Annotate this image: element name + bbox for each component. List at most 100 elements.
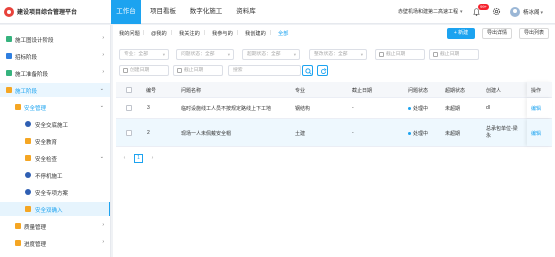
folder-icon [6, 53, 12, 59]
tab-separator: | [270, 30, 272, 36]
cell-name: 临时设施线工人员不按规定路线上下工地 [181, 106, 272, 112]
edit-link[interactable]: 编辑 [531, 130, 541, 137]
sidebar-item-non-stop-construction[interactable]: 不停机施工 [0, 168, 110, 182]
tab-separator: | [143, 30, 145, 36]
deadline-end-picker[interactable]: 截止日期 [429, 49, 479, 60]
row-checkbox[interactable] [126, 130, 132, 136]
chevron-down-icon: ▾ [360, 52, 363, 57]
sidebar-item-label: 施工阶段 [15, 89, 38, 95]
column-header-action: 操作 [531, 88, 542, 94]
project-name: 赤壁机场和建第二高速工程 [398, 9, 459, 15]
nav-tab-workbench[interactable]: 工作台 [111, 0, 141, 24]
sidebar-item-safety-briefing[interactable]: 安全交底施工 [0, 117, 110, 131]
app-title: 建设项目综合管理平台 [17, 10, 78, 16]
problem-status-filter[interactable]: 问题状态：全部 ▾ [176, 49, 234, 60]
user-icon [25, 172, 31, 178]
avatar[interactable] [510, 7, 520, 17]
cell-major: 土建 [295, 131, 306, 137]
deadline-start-picker[interactable]: 截止日期 [375, 49, 425, 60]
chevron-down-icon: ▾ [460, 9, 463, 15]
cell-creator: dl [486, 105, 490, 111]
sidebar-item-quality-management[interactable]: 质量管理 › [0, 219, 110, 233]
sidebar-item-bidding-stage[interactable]: 招标阶段 › [0, 49, 110, 63]
sidebar-item-safety-plan[interactable]: 安全专项方案 [0, 185, 110, 199]
overdue-status-filter[interactable]: 超期状态：全部 ▾ [242, 49, 300, 60]
action-column: 编辑 [527, 119, 552, 146]
chevron-down-icon: ⌄ [99, 154, 104, 160]
action-column: 编辑 [527, 98, 552, 118]
export-detail-button[interactable]: 导出详情 [482, 28, 512, 39]
status-text: 处理中 [413, 106, 429, 112]
filter-value: 超期状态：全部 [247, 52, 281, 57]
table-row[interactable]: 2 现场一人未佩戴安全帽 土建 - 处理中 未超期 总承包单位-梁永 编辑 [116, 119, 552, 147]
column-header-creator: 创建人 [486, 88, 502, 94]
logo-icon [4, 7, 14, 17]
status-text: 处理中 [413, 131, 429, 137]
action-column: 操作 [527, 82, 552, 97]
user-menu[interactable]: 杨冰阁▾ [523, 8, 543, 16]
sidebar-item-safety-education[interactable]: 安全教育 [0, 134, 110, 148]
calendar-icon [123, 68, 128, 73]
cell-deadline: - [352, 130, 354, 136]
search-input[interactable]: 搜索 [228, 65, 301, 76]
next-page-button[interactable]: › [148, 154, 157, 163]
created-end-picker[interactable]: 截止日期 [173, 65, 223, 76]
create-button[interactable]: + 新建 [447, 28, 475, 39]
cell-id: 2 [147, 130, 150, 136]
sidebar-item-safety-inspection[interactable]: 安全检查 ⌄ [0, 151, 110, 165]
cell-id: 3 [147, 105, 150, 111]
tab-separator: | [237, 30, 239, 36]
edit-link[interactable]: 编辑 [531, 105, 541, 112]
chevron-down-icon: ▾ [540, 10, 544, 16]
search-button[interactable] [302, 65, 313, 76]
major-filter[interactable]: 专业：全部 ▾ [119, 49, 169, 60]
sidebar-item-construction-stage[interactable]: 施工阶段 ⌄ [0, 83, 110, 97]
row-checkbox[interactable] [126, 105, 132, 111]
folder-icon [25, 206, 31, 212]
sidebar-item-label: 安全专项方案 [35, 191, 69, 197]
select-all-checkbox[interactable] [126, 87, 132, 93]
table-row[interactable]: 3 临时设施线工人员不按规定路线上下工地 钢结构 - 处理中 未超期 dl 编辑 [116, 98, 552, 119]
nav-tab-library[interactable]: 资料库 [233, 0, 259, 24]
sidebar-item-progress-management[interactable]: 进度管理 › [0, 236, 110, 250]
sidebar-item-safety-confirm[interactable]: 安全双确入 [0, 202, 110, 216]
project-selector[interactable]: 赤壁机场和建第二高速工程 ▾ [398, 8, 463, 15]
tab-participated[interactable]: 我参与的 [212, 30, 233, 37]
tab-separator: | [204, 30, 206, 36]
filter-value: 专业：全部 [124, 52, 148, 57]
chevron-right-icon: › [102, 69, 104, 75]
chevron-right-icon: › [102, 35, 104, 41]
export-list-button[interactable]: 导出列表 [519, 28, 549, 39]
folder-icon [15, 223, 21, 229]
tab-following[interactable]: 我关注的 [179, 30, 200, 37]
chevron-down-icon: ▾ [162, 52, 165, 57]
sidebar-item-label: 不停机施工 [35, 174, 63, 180]
sidebar-item-preparation-stage[interactable]: 施工准备阶段 › [0, 66, 110, 80]
tab-created[interactable]: 我创建的 [245, 30, 266, 37]
filter-value: 问题状态：全部 [181, 52, 215, 57]
sidebar-item-label: 招标阶段 [15, 55, 38, 61]
sidebar-item-design-stage[interactable]: 施工图设计阶段 › [0, 32, 110, 46]
tab-my-issues[interactable]: 我的问题 [119, 30, 140, 37]
created-start-picker[interactable]: 创建日期 [119, 65, 169, 76]
page-number-current[interactable]: 1 [134, 154, 143, 163]
refresh-button[interactable] [317, 65, 328, 76]
nav-tab-project-board[interactable]: 项目看板 [148, 0, 178, 24]
folder-icon [15, 104, 21, 110]
folder-icon [25, 138, 31, 144]
tab-mentioned[interactable]: @我的 [151, 30, 167, 37]
folder-icon [6, 70, 12, 76]
tab-separator: | [171, 30, 173, 36]
cell-overdue: 未超期 [445, 106, 461, 112]
column-header-deadline: 截止日期 [352, 88, 373, 94]
nav-tab-digital-construction[interactable]: 数字化施工 [187, 0, 225, 24]
rectify-status-filter[interactable]: 整改状态：全部 ▾ [309, 49, 367, 60]
gear-icon[interactable] [492, 7, 501, 16]
prev-page-button[interactable]: ‹ [120, 154, 129, 163]
status-dot [408, 132, 411, 136]
tab-all[interactable]: 全部 [278, 30, 288, 37]
sidebar-item-label: 进度管理 [24, 242, 47, 248]
cell-status: 处理中 [408, 105, 428, 112]
sidebar-item-safety-management[interactable]: 安全管理 ⌄ [0, 100, 110, 114]
chevron-right-icon: › [102, 239, 104, 245]
